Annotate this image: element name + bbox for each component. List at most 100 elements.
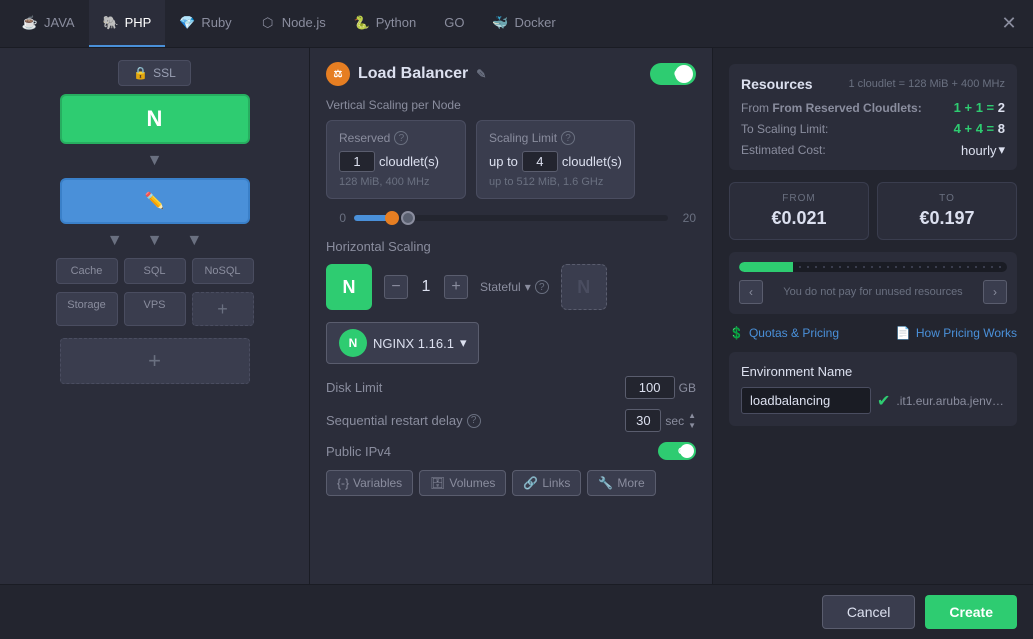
dropdown-icon: ▾ — [998, 142, 1005, 158]
nosql-button[interactable]: NoSQL — [192, 258, 254, 284]
more-button[interactable]: 🔧 More — [587, 470, 655, 496]
stepper-plus[interactable]: + — [444, 275, 468, 299]
slider-min-label: 0 — [326, 211, 346, 225]
slider-track[interactable] — [354, 215, 668, 221]
restart-delay-control: sec ▲ ▼ — [625, 409, 696, 432]
tab-php[interactable]: 🐘 PHP — [89, 0, 166, 47]
restart-decrement[interactable]: ▼ — [688, 421, 696, 431]
tab-bar: ☕ JAVA 🐘 PHP 💎 Ruby ⬡ Node.js 🐍 Python G… — [0, 0, 1033, 48]
tab-python[interactable]: 🐍 Python — [340, 0, 430, 47]
more-icon: 🔧 — [598, 476, 613, 490]
prev-arrow[interactable]: ‹ — [739, 280, 763, 304]
nginx-node-block[interactable]: N — [60, 94, 250, 144]
price-from-box: FROM €0.021 — [729, 182, 869, 240]
stateful-dropdown[interactable]: Stateful ▾ ? — [480, 280, 549, 294]
python-icon: 🐍 — [354, 15, 370, 31]
vps-button[interactable]: VPS — [124, 292, 186, 326]
price-to-box: TO €0.197 — [877, 182, 1017, 240]
ruby-icon: 💎 — [179, 15, 195, 31]
reserved-help-icon[interactable]: ? — [394, 131, 408, 145]
ipv4-toggle[interactable]: ON — [658, 442, 696, 460]
left-panel: 🔒 SSL N ▼ ✏️ ▼ ▼ ▼ Cache SQL NoSQL St — [0, 48, 310, 584]
resources-title: Resources — [741, 76, 813, 92]
reserved-sub: 128 MiB, 400 MHz — [339, 176, 453, 188]
slider-row: 0 20 — [326, 211, 696, 225]
cancel-button[interactable]: Cancel — [822, 595, 916, 629]
arrow-down-4: ▼ — [186, 232, 202, 250]
progress-nav: ‹ You do not pay for unused resources › — [739, 280, 1007, 304]
scaling-limit-input[interactable] — [522, 151, 558, 172]
tab-java[interactable]: ☕ JAVA — [8, 0, 89, 47]
action-buttons: {-} Variables 🗄 Volumes 🔗 Links 🔧 More — [326, 470, 696, 496]
version-chevron-icon: ▾ — [460, 335, 467, 351]
to-row: To Scaling Limit: 4 + 4 = 8 — [741, 121, 1005, 136]
scaling-sub: up to 512 MiB, 1.6 GHz — [489, 176, 622, 188]
scaling-limit-help-icon[interactable]: ? — [561, 131, 575, 145]
slider-thumb-reserved[interactable] — [385, 211, 399, 225]
restart-increment[interactable]: ▲ — [688, 411, 696, 421]
restart-stepper-arrows: ▲ ▼ — [688, 411, 696, 431]
add-group-button[interactable]: + — [60, 338, 250, 384]
java-icon: ☕ — [22, 15, 38, 31]
vertical-scaling-label: Vertical Scaling per Node — [326, 98, 696, 112]
arrow-down-2: ▼ — [107, 232, 123, 250]
storage-button[interactable]: Storage — [56, 292, 118, 326]
disk-limit-input[interactable] — [625, 376, 675, 399]
env-check-icon: ✔ — [877, 391, 890, 411]
from-value: 1 + 1 = 2 — [954, 100, 1005, 115]
progress-section: ‹ You do not pay for unused resources › — [729, 252, 1017, 314]
env-row: ✔ .it1.eur.aruba.jenv-a... — [741, 387, 1005, 414]
estimated-value[interactable]: hourly ▾ — [961, 142, 1005, 158]
restart-unit-label: sec — [665, 414, 684, 428]
dollar-icon: 💲 — [729, 326, 744, 340]
nginx-horiz-icon: N — [326, 264, 372, 310]
slider-thumb-limit[interactable] — [401, 211, 415, 225]
restart-delay-input[interactable] — [625, 409, 661, 432]
how-pricing-works-link[interactable]: 📄 How Pricing Works — [896, 326, 1017, 340]
php-icon: 🐘 — [103, 15, 119, 31]
cache-button[interactable]: Cache — [56, 258, 118, 284]
price-to-header: TO — [888, 193, 1006, 204]
stepper-minus[interactable]: − — [384, 275, 408, 299]
env-name-input[interactable] — [741, 387, 871, 414]
variables-button[interactable]: {-} Variables — [326, 470, 413, 496]
add-storage-button[interactable]: + — [192, 292, 254, 326]
tab-docker[interactable]: 🐳 Docker — [478, 0, 569, 47]
edit-icon[interactable]: ✎ — [476, 67, 486, 81]
content-area: 🔒 SSL N ▼ ✏️ ▼ ▼ ▼ Cache SQL NoSQL St — [0, 48, 1033, 584]
horizontal-scaling-label: Horizontal Scaling — [326, 239, 696, 254]
restart-help-icon[interactable]: ? — [467, 414, 481, 428]
volumes-button[interactable]: 🗄 Volumes — [419, 470, 506, 496]
sub-node-buttons: Cache SQL NoSQL — [12, 258, 297, 284]
sql-button[interactable]: SQL — [124, 258, 186, 284]
env-domain-label: .it1.eur.aruba.jenv-a... — [896, 394, 1005, 408]
tab-ruby[interactable]: 💎 Ruby — [165, 0, 245, 47]
sub-nodes-row: ▼ ▼ ▼ — [12, 232, 297, 250]
lb-icon: ⚖ — [326, 62, 350, 86]
doc-icon: 📄 — [896, 326, 911, 340]
next-arrow[interactable]: › — [983, 280, 1007, 304]
reserved-input[interactable] — [339, 151, 375, 172]
quotas-pricing-link[interactable]: 💲 Quotas & Pricing — [729, 326, 839, 340]
tab-go[interactable]: GO — [430, 0, 478, 47]
create-button[interactable]: Create — [925, 595, 1017, 629]
links-button[interactable]: 🔗 Links — [512, 470, 581, 496]
stateful-help-icon[interactable]: ? — [535, 280, 549, 294]
restart-delay-label: Sequential restart delay ? — [326, 413, 481, 428]
estimated-label: Estimated Cost: — [741, 143, 826, 157]
app-node-block[interactable]: ✏️ — [60, 178, 250, 224]
nginx-version-dropdown[interactable]: N NGINX 1.16.1 ▾ — [326, 322, 479, 364]
links-row: 💲 Quotas & Pricing 📄 How Pricing Works — [729, 326, 1017, 340]
ssl-button[interactable]: 🔒 SSL — [118, 60, 191, 86]
tab-nodejs[interactable]: ⬡ Node.js — [246, 0, 340, 47]
env-section: Environment Name ✔ .it1.eur.aruba.jenv-a… — [729, 352, 1017, 426]
horizontal-scaling: Horizontal Scaling N − 1 + Stateful ▾ ? … — [326, 239, 696, 310]
load-balancer-toggle[interactable]: ON — [650, 63, 696, 85]
env-name-title: Environment Name — [741, 364, 1005, 379]
close-button[interactable]: ✕ — [997, 12, 1021, 36]
docker-icon: 🐳 — [492, 15, 508, 31]
reserved-box: Reserved ? cloudlet(s) 128 MiB, 400 MHz — [326, 120, 466, 199]
right-panel: Resources 1 cloudlet = 128 MiB + 400 MHz… — [713, 48, 1033, 584]
scaling-row: Reserved ? cloudlet(s) 128 MiB, 400 MHz … — [326, 120, 696, 199]
reserved-value-row: cloudlet(s) — [339, 151, 453, 172]
